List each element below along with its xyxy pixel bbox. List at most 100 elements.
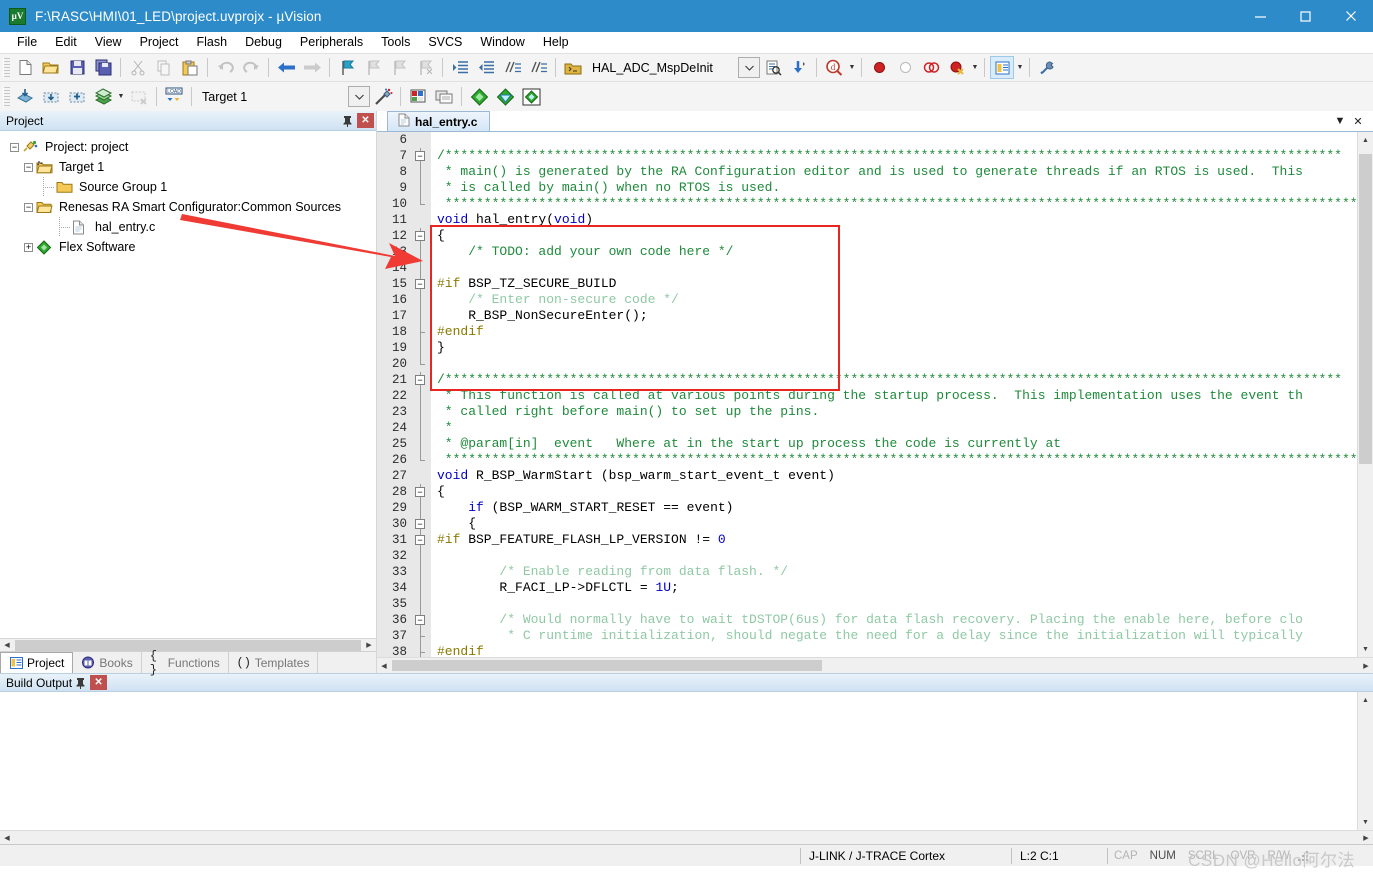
navigate-back-icon[interactable] (274, 56, 298, 79)
function-browser-icon[interactable] (561, 56, 585, 79)
code-line[interactable]: 20 (377, 356, 1357, 372)
code-line[interactable]: 10 *************************************… (377, 196, 1357, 212)
tree-item-source-group[interactable]: Source Group 1 (8, 177, 376, 197)
menu-item-flash[interactable]: Flash (187, 33, 236, 51)
build-vertical-scrollbar[interactable]: ▲ ▼ (1357, 692, 1373, 830)
fold-gutter[interactable] (411, 308, 431, 324)
fold-gutter[interactable] (411, 356, 431, 372)
code-line[interactable]: 17 R_BSP_NonSecureEnter(); (377, 308, 1357, 324)
manage-windows-icon[interactable] (990, 56, 1014, 79)
menu-item-help[interactable]: Help (534, 33, 578, 51)
fold-gutter[interactable] (411, 260, 431, 276)
fold-gutter[interactable]: − (411, 516, 431, 532)
fold-gutter[interactable]: − (411, 532, 431, 548)
scroll-left-arrow-icon[interactable]: ◀ (0, 638, 14, 652)
bookmark-toggle-icon[interactable] (335, 56, 359, 79)
code-line[interactable]: 21−/************************************… (377, 372, 1357, 388)
scroll-up-arrow-icon[interactable]: ▲ (1358, 692, 1373, 708)
editor-vertical-scrollbar[interactable]: ▲ ▼ (1357, 132, 1373, 657)
indent-icon[interactable] (448, 56, 472, 79)
menu-item-svcs[interactable]: SVCS (419, 33, 471, 51)
chevron-down-icon[interactable]: ▼ (1331, 111, 1349, 131)
code-line[interactable]: 9 * is called by main() when no RTOS is … (377, 180, 1357, 196)
build-output-body[interactable]: ▲ ▼ (0, 692, 1373, 830)
project-horizontal-scrollbar[interactable]: ◀ ▶ (0, 638, 376, 652)
find-dropdown-arrow-icon[interactable]: ▼ (847, 56, 857, 79)
target-options-wizard-icon[interactable] (371, 85, 395, 108)
find-icon[interactable]: d (822, 56, 846, 79)
navigate-forward-icon[interactable] (300, 56, 324, 79)
menu-item-tools[interactable]: Tools (372, 33, 419, 51)
target-options-icon[interactable] (406, 85, 430, 108)
code-line[interactable]: 26 *************************************… (377, 452, 1357, 468)
tree-expander[interactable]: − (24, 162, 33, 172)
rebuild-icon[interactable] (65, 85, 89, 108)
close-icon[interactable]: ✕ (357, 113, 374, 128)
insert-breakpoint-icon[interactable] (867, 56, 891, 79)
code-line[interactable]: 35 (377, 596, 1357, 612)
incremental-find-icon[interactable] (787, 56, 811, 79)
fold-gutter[interactable] (411, 388, 431, 404)
tab-functions[interactable]: { } Functions (142, 649, 229, 677)
menu-item-window[interactable]: Window (471, 33, 533, 51)
new-file-icon[interactable] (13, 56, 37, 79)
manage-runtime-env-icon[interactable] (467, 85, 491, 108)
scroll-track[interactable] (1358, 148, 1373, 641)
tree-item-target[interactable]: − Target 1 (8, 157, 376, 177)
scroll-track[interactable] (1358, 708, 1373, 814)
fold-gutter[interactable] (411, 180, 431, 196)
uncomment-icon[interactable] (526, 56, 550, 79)
fold-gutter[interactable] (411, 500, 431, 516)
batch-build-dropdown-arrow-icon[interactable]: ▼ (116, 85, 126, 108)
menu-item-peripherals[interactable]: Peripherals (291, 33, 372, 51)
target-combo[interactable]: Target 1 (196, 86, 346, 107)
comment-icon[interactable] (500, 56, 524, 79)
code-line[interactable]: 25 * @param[in] event Where at in the st… (377, 436, 1357, 452)
code-line[interactable]: 15− #if BSP_TZ_SECURE_BUILD (377, 276, 1357, 292)
translate-icon[interactable] (13, 85, 37, 108)
code-line[interactable]: 8 * main() is generated by the RA Config… (377, 164, 1357, 180)
open-file-icon[interactable] (39, 56, 63, 79)
fold-gutter[interactable] (411, 468, 431, 484)
fold-gutter[interactable]: − (411, 612, 431, 628)
scroll-track[interactable] (391, 659, 1359, 672)
editor-horizontal-scrollbar[interactable]: ◀ ▶ (377, 657, 1373, 673)
fold-gutter[interactable] (411, 596, 431, 612)
menu-item-project[interactable]: Project (131, 33, 188, 51)
target-combo-dropdown[interactable] (348, 86, 370, 107)
tree-item-flex-software[interactable]: + Flex Software (8, 237, 376, 257)
tree-item-project[interactable]: − Project: project (8, 137, 376, 157)
fold-gutter[interactable] (411, 564, 431, 580)
code-line[interactable]: 22 * This function is called at various … (377, 388, 1357, 404)
scroll-right-arrow-icon[interactable]: ▶ (1359, 659, 1373, 672)
find-in-files-icon[interactable] (761, 56, 785, 79)
menu-item-file[interactable]: File (8, 33, 46, 51)
code-line[interactable]: 16 /* Enter non-secure code */ (377, 292, 1357, 308)
tab-templates[interactable]: () Templates (229, 652, 319, 673)
fold-gutter[interactable] (411, 292, 431, 308)
minimize-button[interactable] (1238, 0, 1283, 32)
pin-icon[interactable] (339, 113, 355, 129)
code-line[interactable]: 18 #endif (377, 324, 1357, 340)
fold-gutter[interactable] (411, 132, 431, 148)
save-icon[interactable] (65, 56, 89, 79)
code-line[interactable]: 13 /* TODO: add your own code here */ (377, 244, 1357, 260)
pin-icon[interactable] (72, 675, 88, 691)
code-line[interactable]: 30− { (377, 516, 1357, 532)
fold-gutter[interactable]: − (411, 228, 431, 244)
redo-icon[interactable] (239, 56, 263, 79)
tree-expander[interactable]: − (24, 202, 33, 212)
manage-windows-dropdown-arrow-icon[interactable]: ▼ (1015, 56, 1025, 79)
fold-gutter[interactable] (411, 164, 431, 180)
editor-tab-hal-entry-c[interactable]: hal_entry.c (387, 111, 491, 131)
fold-gutter[interactable] (411, 420, 431, 436)
fold-gutter[interactable] (411, 580, 431, 596)
fold-gutter[interactable]: − (411, 276, 431, 292)
editor-close-icon[interactable]: ✕ (1349, 111, 1367, 131)
close-icon[interactable]: ✕ (90, 675, 108, 690)
fold-gutter[interactable] (411, 452, 431, 468)
code-line[interactable]: 27 void R_BSP_WarmStart (bsp_warm_start_e… (377, 468, 1357, 484)
fold-gutter[interactable] (411, 628, 431, 644)
scroll-thumb[interactable] (1359, 154, 1372, 464)
code-line[interactable]: 29 if (BSP_WARM_START_RESET == event) (377, 500, 1357, 516)
